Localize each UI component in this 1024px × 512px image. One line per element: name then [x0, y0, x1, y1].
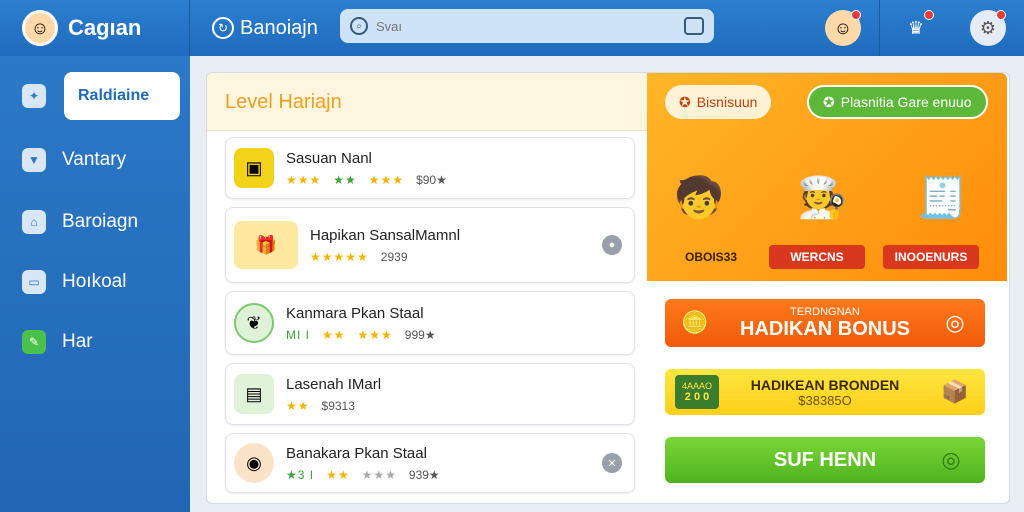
document-icon: ▤: [234, 374, 274, 414]
item-value: 999★: [404, 327, 436, 342]
sidebar-item-label: Baroiagn: [62, 211, 139, 232]
notification-dot: [851, 10, 861, 20]
notification-dot: [924, 10, 934, 20]
bonus-banner[interactable]: 🪙 TERDNGNAN HADIKAN BONUS ◎: [665, 299, 985, 347]
coins-icon: 🪙: [681, 310, 709, 335]
submit-button[interactable]: SUF HENN ◎: [665, 437, 985, 483]
top-right-icons: ☺ ♛ ⚙: [807, 0, 1024, 56]
avatar-icon: ☺: [22, 10, 58, 46]
sidebar-item-label: Raldiaine: [78, 87, 150, 104]
rating-stars: ★★★: [286, 172, 322, 187]
promo-tab-label: Plasnitia Gare enuuo: [840, 94, 972, 110]
rating-stars: ★★: [322, 327, 346, 342]
settings-icon[interactable]: ⚙: [970, 10, 1006, 46]
user-avatar-icon[interactable]: ☺: [825, 10, 861, 46]
sidebar-item-vantary[interactable]: ▼ Vantary: [22, 136, 126, 184]
home-icon: ⌂: [22, 210, 46, 234]
promo-tab-right[interactable]: ✪ Plasnitia Gare enuuo: [807, 85, 988, 119]
food-icon: ◉: [234, 443, 274, 483]
reward-badge: 4AAAO 2 0 0: [675, 375, 719, 409]
search-icon: ⌕: [350, 17, 368, 35]
boy-character-icon: 🧒: [674, 175, 724, 220]
chat-icon[interactable]: [684, 17, 704, 35]
brand[interactable]: ☺ Caɡıan: [0, 0, 190, 56]
sidebar-item-raldiaine[interactable]: Raldiaine: [64, 72, 180, 120]
rating-stars: ★★★★★: [310, 249, 369, 264]
box-icon: ▼: [22, 148, 46, 172]
rating-stars: ★3 I: [286, 467, 315, 482]
search-input[interactable]: [376, 18, 684, 34]
item-name: Banakara Pkan Staal: [286, 444, 427, 462]
notification-dot: [996, 10, 1006, 20]
promo-label: OBOIS33: [684, 250, 738, 264]
pencil-icon: ✎: [22, 330, 46, 354]
close-icon[interactable]: ✕: [602, 453, 622, 473]
shop-character-icon: 🧑‍🍳: [797, 175, 847, 220]
promo-label: INOOENURS: [883, 245, 979, 269]
item-name: Lasenah IMarl: [286, 375, 382, 393]
game-icon: ✦: [22, 84, 46, 108]
list-item[interactable]: ▤ Lasenah IMarl ★★ $9313: [225, 363, 635, 425]
reward-banner[interactable]: 4AAAO 2 0 0 HADIKEAN BRONDEN $38385O 📦: [665, 369, 985, 415]
sidebar-item-hoikoal[interactable]: ▭ Hoıkoal: [22, 258, 126, 306]
reward-badge-top: 4AAAO: [681, 381, 712, 391]
promo-label: WERCNS: [769, 245, 865, 269]
more-icon[interactable]: ●: [602, 235, 622, 255]
page-title-label: Banoiajn: [240, 16, 318, 39]
monitor-icon: ▭: [22, 270, 46, 294]
rating-stars: ★★: [333, 172, 357, 187]
banner-subtitle: TERDNGNAN: [790, 305, 860, 318]
rating-stars: ★★★: [361, 467, 397, 482]
item-value: 2939: [380, 249, 408, 264]
item-name: Sasuan Nanl: [286, 149, 372, 167]
item-name: Kanmara Pkan Staal: [286, 304, 424, 322]
promo-panel: ✪ Bisnisuun ✪ Plasnitia Gare enuuo 🧒 🧑‍🍳…: [647, 73, 1007, 281]
sidebar-item-label: Vantary: [62, 149, 127, 170]
rating-stars: ★★★: [368, 172, 405, 187]
banner-subtitle: $38385O: [798, 392, 852, 408]
item-value: 939★: [408, 467, 440, 482]
list-item[interactable]: 🎁 Hapikan SansalMamnl ★★★★★ 2939 ●: [225, 207, 635, 283]
list-item[interactable]: ◉ Banakara Pkan Staal ★3 I ★★ ★★★ 939★ ✕: [225, 433, 635, 493]
sidebar: ✦ Raldiaine ▼ Vantary ⌂ Baroiagn ▭ Hoıko…: [0, 56, 190, 512]
rating-stars: ★★: [286, 398, 310, 413]
brand-name: Caɡıan: [68, 15, 142, 40]
submit-button-label: SUF HENN: [773, 448, 877, 471]
target-icon: ◎: [941, 447, 961, 472]
rating-stars: ★★★: [357, 327, 393, 342]
sidebar-game-icon-item[interactable]: ✦: [22, 72, 62, 120]
rating-stars: MI I: [286, 327, 310, 342]
treasure-chest-icon: 📦: [941, 379, 969, 404]
item-value: $9313: [321, 398, 355, 413]
gift-icon: 🎁: [234, 221, 298, 269]
badge-icon: ✪: [679, 93, 691, 110]
refresh-icon: ↻: [212, 17, 234, 39]
list-item[interactable]: ❦ Kanmara Pkan Staal MI I ★★ ★★★ 999★: [225, 291, 635, 355]
rating-stars: ★★: [326, 467, 350, 482]
sidebar-item-label: Har: [62, 331, 93, 352]
sidebar-item-baroiagn[interactable]: ⌂ Baroiagn: [22, 198, 138, 246]
sidebar-item-label: Hoıkoal: [62, 271, 127, 292]
crown-icon[interactable]: ♛: [898, 10, 934, 46]
promo-tab-left[interactable]: ✪ Bisnisuun: [665, 85, 772, 119]
list-item[interactable]: ▣ Sasuan Nanl ★★★ ★★ ★★★ $90★: [225, 137, 635, 199]
panel-title: Level Hariajn: [225, 91, 342, 113]
badge-icon: ✪: [823, 93, 835, 110]
item-thumbnail-icon: ▣: [234, 148, 274, 188]
cash-register-icon: 🧾: [917, 175, 967, 220]
promo-tab-label: Bisnisuun: [696, 94, 758, 110]
panel-header: Level Hariajn: [207, 73, 647, 131]
search-bar[interactable]: ⌕: [340, 9, 714, 43]
ring-icon: ◎: [945, 310, 965, 335]
sidebar-item-har[interactable]: ✎ Har: [22, 318, 93, 366]
main-panel: Level Hariajn ▣ Sasuan Nanl ★★★ ★★ ★★★ $…: [206, 72, 1010, 504]
item-value: $90★: [416, 172, 447, 187]
divider: [879, 0, 880, 56]
reward-badge-bottom: 2 0 0: [684, 391, 710, 403]
item-name: Hapikan SansalMamnl: [310, 226, 461, 244]
page-title[interactable]: ↻ Banoiajn: [212, 17, 318, 40]
leaf-icon: ❦: [234, 303, 274, 343]
banner-title: HADIKEAN BRONDEN: [750, 376, 900, 393]
banner-title: HADIKAN BONUS: [740, 317, 910, 340]
